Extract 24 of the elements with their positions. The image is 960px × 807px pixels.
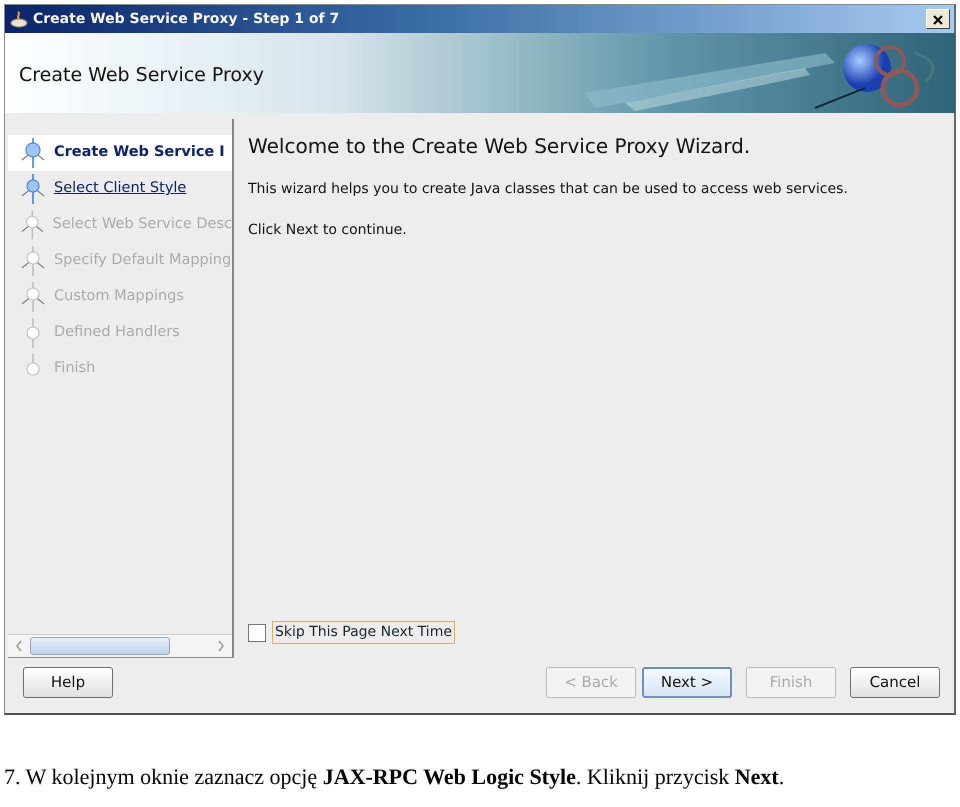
caption: 7. W kolejnym oknie zaznacz opcję JAX-RPC Web Logic Style. Kliknij przycisk Next. xyxy=(4,763,786,791)
window-title: Create Web Service Proxy - Step 1 of 7 xyxy=(33,10,340,28)
wizard-step[interactable]: Select Web Service Desc xyxy=(8,207,232,243)
close-icon[interactable] xyxy=(932,14,944,26)
instruction-text: This wizard helps you to create Java classes that can be used to access web services. xyxy=(248,180,849,199)
checkbox-label[interactable]: Skip This Page Next Time xyxy=(272,621,455,644)
scroll-thumb[interactable] xyxy=(30,637,170,655)
scroll-left-icon[interactable] xyxy=(15,640,23,652)
cup-icon xyxy=(9,9,29,29)
wizard-step[interactable]: Finish xyxy=(8,351,232,387)
wizard-button[interactable]: Next > xyxy=(642,667,732,698)
wizard-step[interactable]: Select Client Style xyxy=(8,171,232,207)
close-button[interactable] xyxy=(926,9,950,29)
wizard-step[interactable]: Custom Mappings xyxy=(8,279,232,315)
welcome-heading: Welcome to the Create Web Service Proxy Wizard. xyxy=(248,133,752,160)
horizontal-scrollbar[interactable] xyxy=(8,634,232,658)
wizard-step[interactable]: Specify Default Mapping xyxy=(8,243,232,279)
wizard-button[interactable]: Help xyxy=(23,667,113,698)
instruction-text: Click Next to continue. xyxy=(248,221,408,240)
scroll-right-icon[interactable] xyxy=(217,640,225,652)
checkbox[interactable] xyxy=(248,624,266,642)
wizard-step[interactable]: Create Web Service I xyxy=(8,135,232,171)
wizard-button[interactable]: Cancel xyxy=(850,667,940,698)
wizard-step[interactable]: Defined Handlers xyxy=(8,315,232,351)
